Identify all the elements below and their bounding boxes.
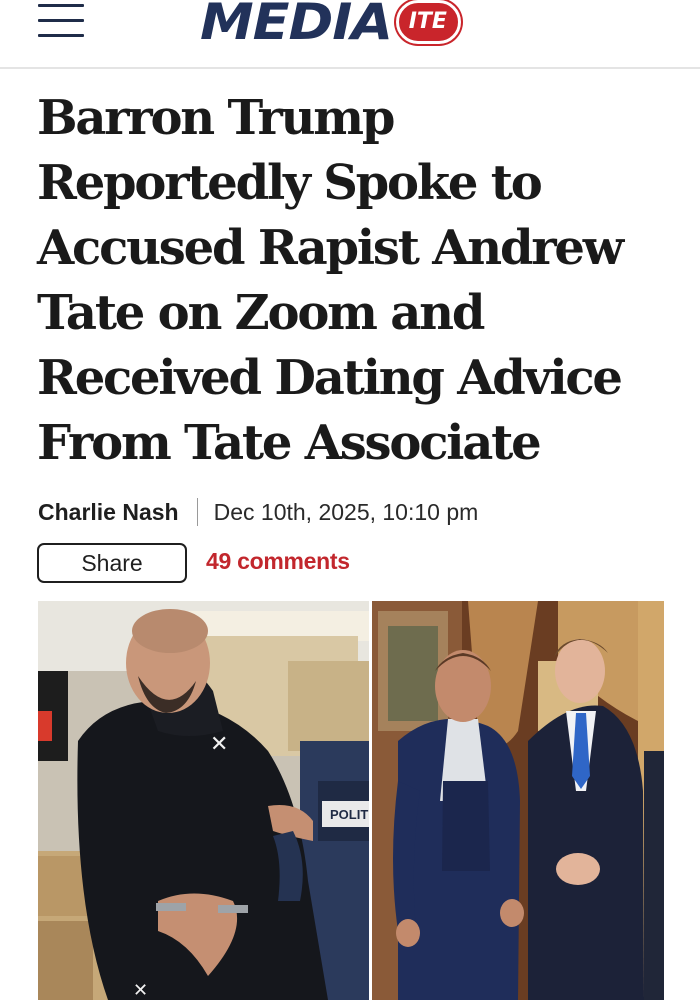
- article-lead-image: POLITI ✕ ✕: [38, 601, 664, 1000]
- logo-badge: ITE: [395, 0, 461, 44]
- svg-text:✕: ✕: [210, 732, 228, 757]
- hamburger-menu-icon[interactable]: [38, 4, 84, 38]
- byline-divider: [196, 498, 198, 526]
- menu-bar: [38, 19, 84, 22]
- site-header: MEDIA ITE: [0, 0, 700, 69]
- comments-link[interactable]: 49 comments: [206, 548, 350, 575]
- svg-text:✕: ✕: [133, 980, 148, 1000]
- byline: Charlie Nash Dec 10th, 2025, 10:10 pm: [38, 497, 478, 527]
- author-name[interactable]: Charlie Nash: [38, 499, 179, 526]
- police-vest-text: POLITI: [330, 807, 372, 822]
- menu-bar: [38, 4, 84, 7]
- share-button[interactable]: Share: [37, 543, 187, 583]
- menu-bar: [38, 34, 84, 37]
- site-logo[interactable]: MEDIA ITE: [200, 0, 461, 50]
- lead-image-illustration: POLITI ✕ ✕: [38, 601, 664, 1000]
- article-headline: Barron Trump Reportedly Spoke to Accused…: [37, 90, 624, 471]
- publish-date: Dec 10th, 2025, 10:10 pm: [213, 498, 479, 525]
- logo-wordmark: MEDIA: [200, 0, 393, 51]
